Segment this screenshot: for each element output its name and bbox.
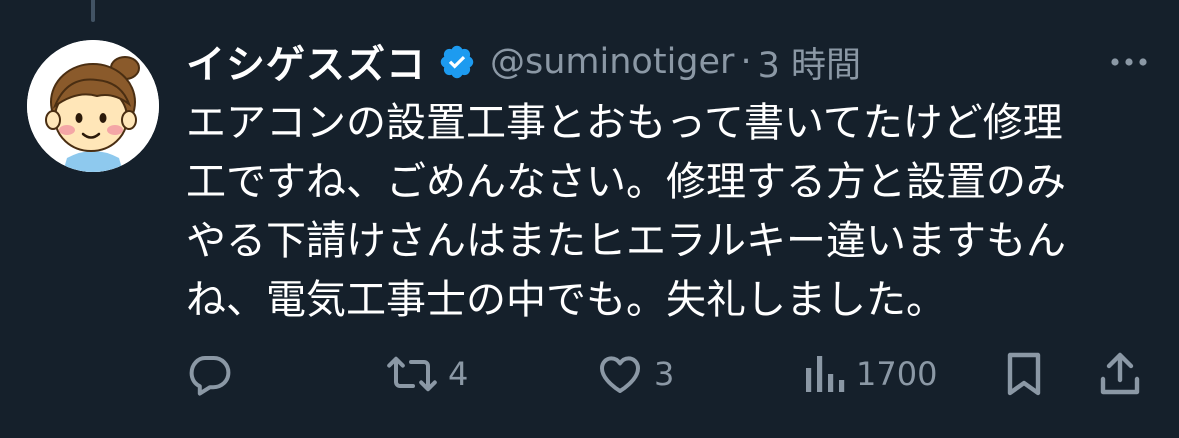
tweet-text-line: ね、電気工事士の中でも。失礼しました。 — [186, 277, 946, 323]
thread-connector-line — [91, 0, 95, 22]
views-icon — [806, 356, 845, 392]
views-button[interactable]: 1700 — [802, 348, 937, 400]
retweet-icon — [387, 356, 437, 392]
display-name[interactable]: イシゲスズコ — [186, 34, 426, 90]
user-handle[interactable]: @suminotiger — [490, 42, 734, 82]
bookmark-button[interactable] — [1002, 348, 1046, 400]
separator-dot: · — [740, 42, 752, 82]
tweet-text-line: エアコンの設置工事とおもって書いてたけど修理 — [186, 100, 1063, 146]
like-count: 3 — [654, 355, 675, 393]
like-button[interactable]: 3 — [596, 348, 674, 400]
reply-icon — [189, 356, 231, 396]
verified-badge-icon[interactable] — [438, 43, 476, 81]
more-options-icon[interactable] — [1106, 50, 1152, 74]
heart-icon — [600, 356, 640, 393]
tweet-text: エアコンの設置工事とおもって書いてたけど修理 工ですね、ごめんなさい。修理する方… — [186, 94, 1166, 330]
bookmark-icon — [1007, 352, 1041, 396]
tweet-text-line: 工ですね、ごめんなさい。修理する方と設置のみ — [186, 159, 1066, 205]
retweet-button[interactable]: 4 — [386, 348, 468, 400]
share-button[interactable] — [1098, 348, 1142, 400]
views-count: 1700 — [856, 355, 938, 393]
avatar-illustration — [27, 40, 159, 172]
timestamp[interactable]: 3 時間 — [758, 37, 861, 88]
tweet-header: イシゲスズコ @suminotiger · 3 時間 — [186, 32, 1166, 92]
share-icon — [1100, 352, 1140, 395]
tweet-actions: 4 3 1700 — [186, 348, 1146, 400]
tweet-text-line: やる下請けさんはまたヒエラルキー違いますもん — [186, 218, 1066, 264]
reply-button[interactable] — [186, 348, 234, 400]
avatar[interactable] — [27, 40, 159, 172]
retweet-count: 4 — [448, 355, 469, 393]
